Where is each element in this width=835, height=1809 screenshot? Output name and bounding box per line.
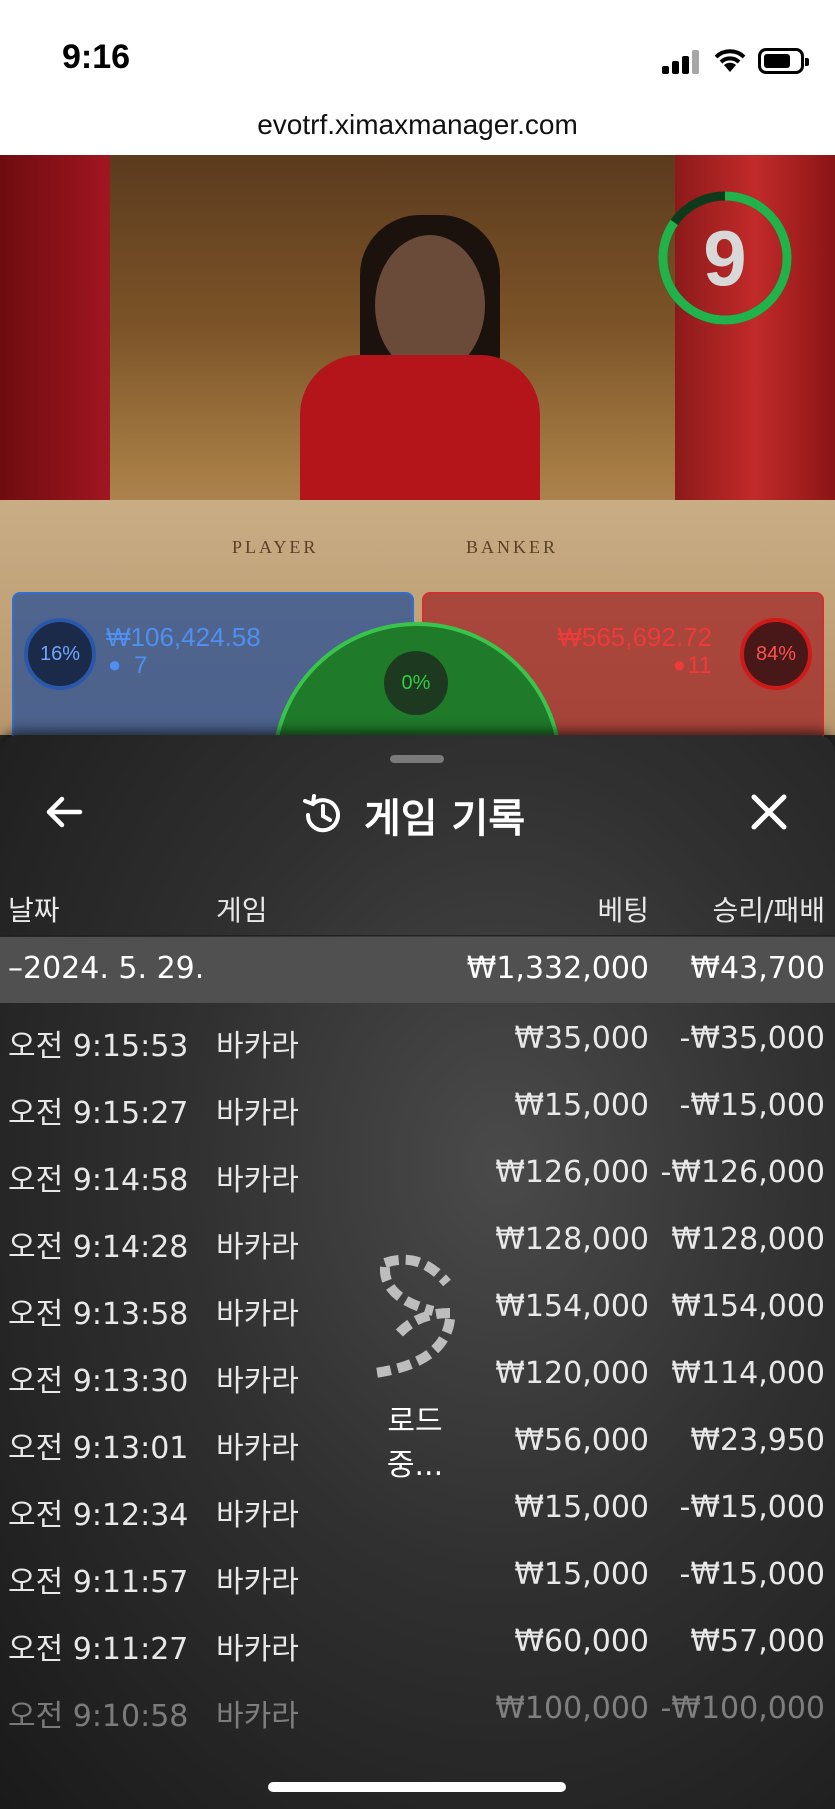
banker-amount: ₩565,692.72 — [557, 622, 712, 652]
row-result: -₩15,000 — [679, 1557, 825, 1592]
loading-spinner-icon — [374, 1254, 455, 1378]
row-result: ₩128,000 — [671, 1222, 825, 1257]
row-time: 오전 9:15:53 — [8, 1029, 189, 1064]
table-row[interactable]: 오전 9:11:57 바카라 ₩15,000 -₩15,000 — [0, 1539, 835, 1606]
back-arrow-icon[interactable] — [40, 787, 90, 837]
table-row[interactable]: 오전 9:15:27 바카라 ₩15,000 -₩15,000 — [0, 1070, 835, 1137]
game-history-sheet: 게임 기록 날짜 게임 베팅 승리/패배 –2024. 5. 29. ₩1,33… — [0, 735, 835, 1809]
row-time: 오전 9:11:27 — [8, 1632, 189, 1667]
row-bet: ₩128,000 — [495, 1222, 649, 1257]
signal-icon — [662, 50, 702, 74]
address-bar[interactable]: evotrf.ximaxmanager.com — [0, 100, 835, 155]
history-clock-icon — [303, 794, 340, 833]
home-indicator[interactable] — [268, 1782, 566, 1792]
row-time: 오전 9:14:28 — [8, 1230, 189, 1265]
row-result: ₩23,950 — [690, 1423, 825, 1458]
row-result: -₩15,000 — [679, 1490, 825, 1525]
table-label-player: PLAYER — [232, 537, 319, 557]
close-icon[interactable] — [744, 787, 794, 837]
row-time: 오전 9:11:57 — [8, 1565, 189, 1600]
row-bet: ₩154,000 — [495, 1289, 649, 1324]
sheet-title: 게임 기록 — [364, 796, 526, 842]
row-time: 오전 9:15:27 — [8, 1096, 189, 1131]
table-row[interactable]: 오전 9:11:27 바카라 ₩60,000 ₩57,000 — [0, 1606, 835, 1673]
table-row[interactable]: 오전 9:14:58 바카라 ₩126,000 -₩126,000 — [0, 1137, 835, 1204]
row-time: 오전 9:10:58 — [8, 1699, 189, 1734]
status-time: 9:16 — [62, 38, 131, 76]
player-amount: ₩106,424.58 — [106, 622, 261, 652]
row-result: -₩100,000 — [660, 1691, 825, 1726]
date-group-row[interactable]: –2024. 5. 29. ₩1,332,000 ₩43,700 — [0, 937, 835, 1003]
table-row[interactable]: 오전 9:15:53 바카라 ₩35,000 -₩35,000 — [0, 1003, 835, 1070]
row-game: 바카라 — [216, 1096, 299, 1131]
row-bet: ₩15,000 — [514, 1557, 649, 1592]
row-game: 바카라 — [216, 1297, 299, 1332]
row-time: 오전 9:13:58 — [8, 1297, 189, 1332]
column-game: 게임 — [216, 894, 268, 927]
url-text: evotrf.ximaxmanager.com — [257, 109, 578, 140]
column-date: 날짜 — [8, 894, 60, 927]
row-result: -₩126,000 — [660, 1155, 825, 1190]
sheet-title-group: 게임 기록 — [300, 787, 525, 843]
column-result: 승리/패배 — [712, 894, 825, 927]
banker-count: 11 — [687, 652, 712, 679]
loading-indicator: 로드 중... — [355, 1253, 475, 1483]
loading-text: 로드 중... — [386, 1404, 444, 1483]
date-group-date: –2024. 5. 29. — [8, 951, 205, 986]
player-percent: 16% — [24, 618, 96, 690]
countdown-timer: 9 — [655, 188, 795, 328]
history-column-headers: 날짜 게임 베팅 승리/패배 — [0, 875, 835, 936]
table-label-banker: BANKER — [466, 537, 559, 557]
row-game: 바카라 — [216, 1163, 299, 1198]
row-game: 바카라 — [216, 1431, 299, 1466]
row-bet: ₩120,000 — [495, 1356, 649, 1391]
row-bet: ₩126,000 — [495, 1155, 649, 1190]
tie-percent: 0% — [384, 651, 448, 715]
row-bet: ₩56,000 — [514, 1423, 649, 1458]
row-time: 오전 9:13:30 — [8, 1364, 189, 1399]
sheet-header: 게임 기록 — [0, 765, 835, 865]
column-bet: 베팅 — [597, 894, 649, 927]
row-result: ₩57,000 — [690, 1624, 825, 1659]
status-bar: 9:16 — [0, 0, 835, 100]
row-bet: ₩60,000 — [514, 1624, 649, 1659]
row-result: ₩114,000 — [671, 1356, 825, 1391]
row-game: 바카라 — [216, 1632, 299, 1667]
row-game: 바카라 — [216, 1364, 299, 1399]
table-row[interactable]: 오전 9:10:58 바카라 ₩100,000 -₩100,000 — [0, 1673, 835, 1740]
row-bet: ₩100,000 — [495, 1691, 649, 1726]
date-group-result-total: ₩43,700 — [690, 951, 825, 986]
banker-percent: 84% — [740, 618, 812, 690]
person-icon: ● — [672, 652, 686, 677]
row-game: 바카라 — [216, 1498, 299, 1533]
row-bet: ₩35,000 — [514, 1021, 649, 1056]
row-game: 바카라 — [216, 1699, 299, 1734]
person-icon: ● — [108, 652, 122, 677]
row-time: 오전 9:14:58 — [8, 1163, 189, 1198]
row-time: 오전 9:13:01 — [8, 1431, 189, 1466]
row-bet: ₩15,000 — [514, 1088, 649, 1123]
wifi-icon — [714, 49, 746, 72]
date-group-bet-total: ₩1,332,000 — [466, 951, 649, 986]
dealer-face — [375, 235, 485, 375]
countdown-number: 9 — [703, 214, 747, 302]
row-bet: ₩15,000 — [514, 1490, 649, 1525]
row-game: 바카라 — [216, 1230, 299, 1265]
row-result: -₩15,000 — [679, 1088, 825, 1123]
row-result: -₩35,000 — [679, 1021, 825, 1056]
player-count: 7 — [134, 652, 148, 679]
row-game: 바카라 — [216, 1029, 299, 1064]
row-result: ₩154,000 — [671, 1289, 825, 1324]
battery-icon — [758, 48, 809, 74]
row-game: 바카라 — [216, 1565, 299, 1600]
sheet-grabber[interactable] — [390, 755, 444, 763]
row-time: 오전 9:12:34 — [8, 1498, 189, 1533]
